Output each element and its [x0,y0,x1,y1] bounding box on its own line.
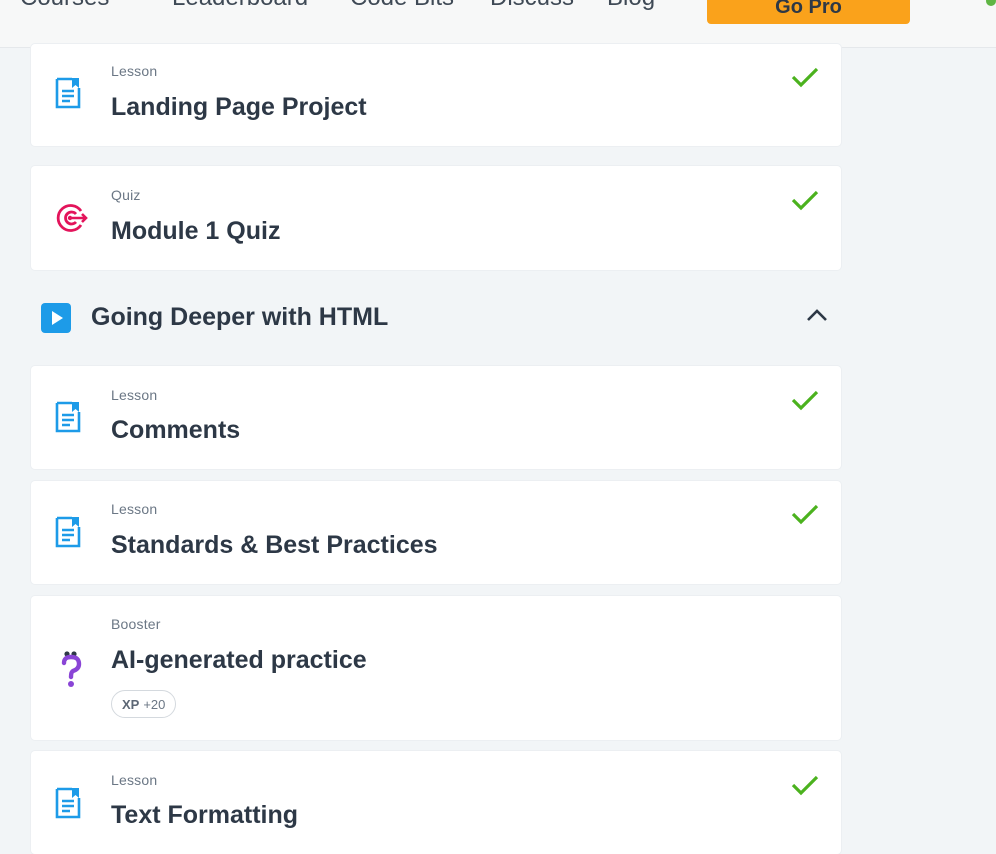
lesson-doc-icon [55,77,81,114]
nav-leaderboard[interactable]: Leaderboard [172,0,308,12]
card-title: Text Formatting [111,801,299,829]
check-icon [791,774,819,801]
card-title: AI-generated practice [111,646,367,674]
card-title: Comments [111,416,241,444]
quiz-card-module-1[interactable]: Quiz Module 1 Quiz [31,166,841,270]
card-title: Standards & Best Practices [111,531,438,559]
lesson-card-text-formatting[interactable]: Lesson Text Formatting [31,751,841,854]
go-pro-button[interactable]: Go Pro [707,0,910,24]
card-kind-label: Lesson [111,387,158,403]
check-icon [791,389,819,416]
check-icon [791,503,819,530]
section-title: Going Deeper with HTML [91,303,389,331]
lesson-doc-icon [55,787,81,824]
check-icon [791,189,819,216]
nav-blog[interactable]: Blog [607,0,655,12]
top-nav: Courses ▾ Leaderboard Code Bits Discuss … [0,0,996,48]
xp-label: XP [122,697,140,712]
check-icon [791,66,819,93]
card-kind-label: Booster [111,616,161,632]
lesson-card-landing-page-project[interactable]: Lesson Landing Page Project [31,44,841,146]
play-icon [41,303,71,338]
lesson-card-standards[interactable]: Lesson Standards & Best Practices [31,481,841,584]
chevron-down-icon[interactable]: ▾ [118,0,125,3]
card-title: Landing Page Project [111,93,367,121]
chevron-up-icon[interactable] [805,307,829,328]
card-title: Module 1 Quiz [111,217,281,245]
card-kind-label: Quiz [111,187,141,203]
card-kind-label: Lesson [111,501,158,517]
target-icon [55,202,89,239]
section-header-going-deeper[interactable]: Going Deeper with HTML [31,294,841,344]
lesson-card-comments[interactable]: Lesson Comments [31,366,841,469]
nav-code-bits[interactable]: Code Bits [350,0,454,12]
nav-discuss[interactable]: Discuss [490,0,574,12]
card-kind-label: Lesson [111,772,158,788]
nav-courses[interactable]: Courses [20,0,109,12]
lesson-doc-icon [55,401,81,438]
lesson-doc-icon [55,516,81,553]
booster-card-ai-practice[interactable]: Booster AI-generated practice XP +20 [31,596,841,740]
xp-badge: XP +20 [111,690,177,718]
card-kind-label: Lesson [111,63,158,79]
xp-value: +20 [143,697,166,712]
status-dot [986,0,996,6]
question-mark-icon [59,650,85,695]
